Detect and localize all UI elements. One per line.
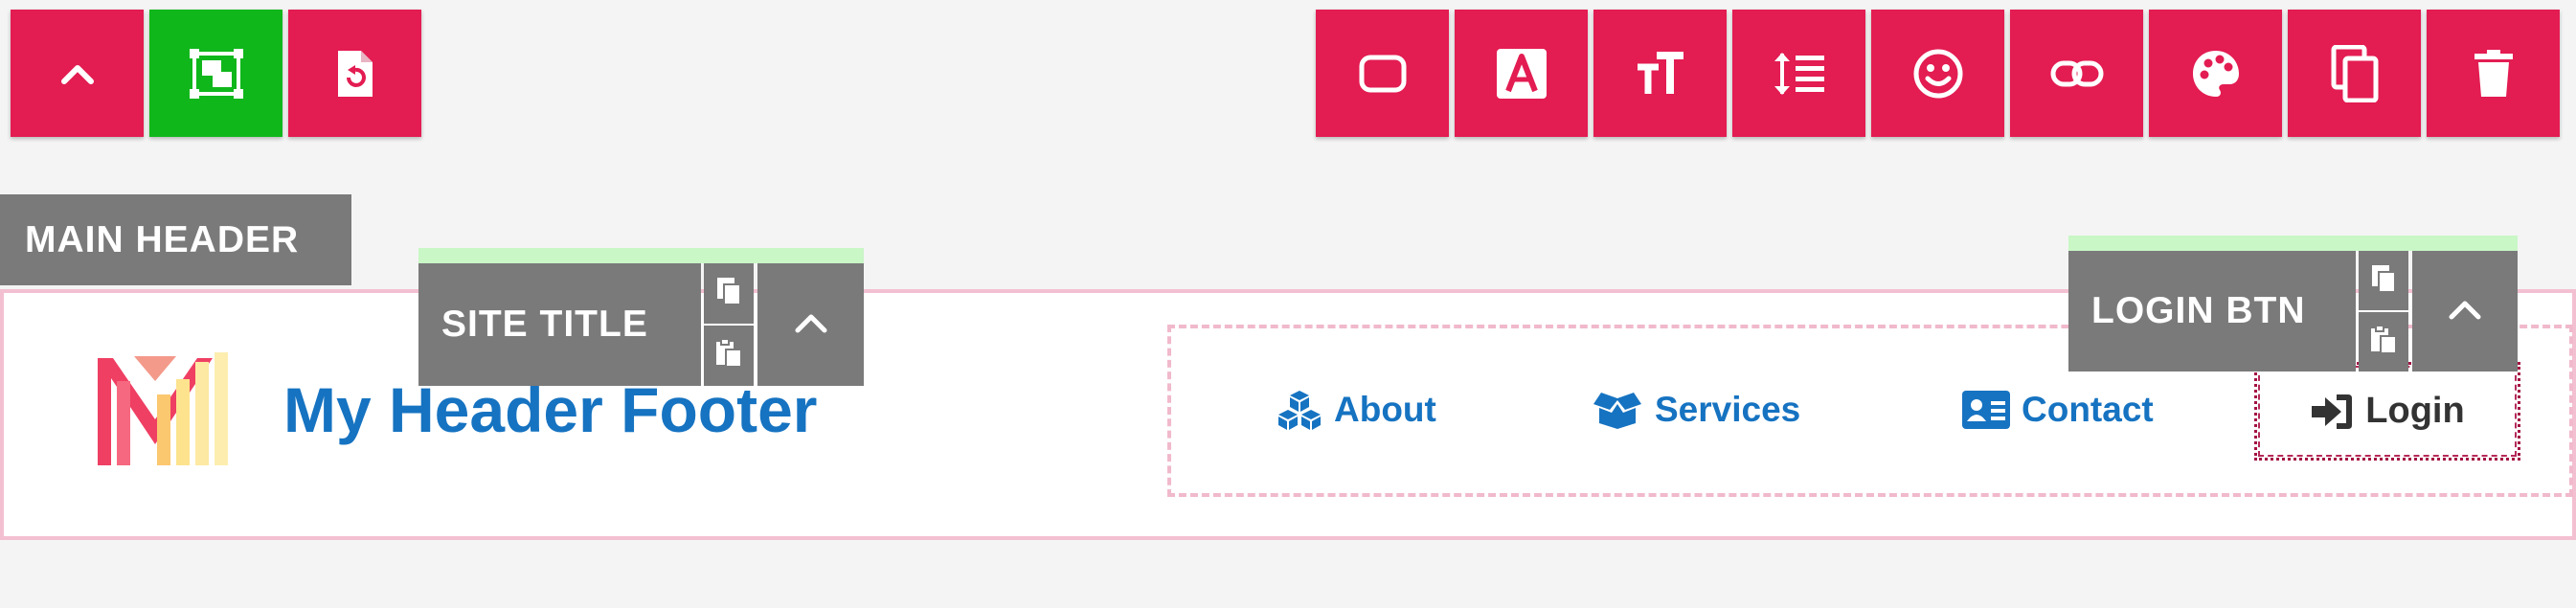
chevron-up-icon (795, 312, 827, 338)
link-icon (2050, 59, 2104, 88)
smiley-icon (1913, 49, 1963, 99)
rounded-rect-icon (1359, 55, 1407, 93)
main-header-tag-label: MAIN HEADER (25, 218, 300, 260)
paste-icon (2369, 324, 2398, 360)
cubes-icon (1277, 389, 1322, 431)
file-reset-icon (336, 49, 374, 99)
site-title-collapse-button[interactable] (757, 263, 864, 386)
login-btn-paste-button[interactable] (2359, 312, 2408, 372)
nav-link-services-label: Services (1655, 390, 1801, 429)
emoji-button[interactable] (1871, 10, 2004, 137)
paste-icon (714, 338, 743, 373)
nav-link-about-label: About (1334, 390, 1436, 429)
login-btn-tag[interactable]: LOGIN BTN (2068, 251, 2356, 372)
line-height-button[interactable] (1732, 10, 1865, 137)
line-height-icon (1773, 50, 1826, 98)
main-header-tag[interactable]: MAIN HEADER (0, 194, 351, 285)
chevron-up-icon (60, 63, 94, 84)
copy-icon (2370, 263, 2397, 299)
login-btn-tag-label: LOGIN BTN (2091, 290, 2306, 331)
box-open-icon (1592, 389, 1643, 431)
login-btn-collapse-button[interactable] (2412, 251, 2518, 372)
reset-file-button[interactable] (288, 10, 421, 137)
palette-button[interactable] (2149, 10, 2282, 137)
login-button[interactable]: Login (2254, 362, 2520, 461)
sign-in-icon (2310, 393, 2354, 431)
copy-icon (715, 276, 742, 311)
link-button[interactable] (2010, 10, 2143, 137)
copy-icon (2330, 44, 2380, 102)
palette-icon (2191, 49, 2241, 99)
nav-link-services[interactable]: Services (1592, 381, 1800, 439)
font-button[interactable] (1455, 10, 1588, 137)
trash-icon (2474, 49, 2513, 98)
text-size-button[interactable] (1593, 10, 1727, 137)
nav-link-contact-label: Contact (2022, 390, 2154, 429)
letter-a-icon (1496, 48, 1548, 100)
login-button-label: Login (2365, 391, 2465, 431)
site-title-paste-button[interactable] (704, 326, 754, 386)
site-title-tag-highlight (418, 248, 864, 263)
text-size-icon (1636, 51, 1685, 96)
duplicate-button[interactable] (2288, 10, 2421, 137)
delete-button[interactable] (2427, 10, 2560, 137)
site-logo (96, 352, 236, 469)
nav-link-about[interactable]: About (1277, 381, 1436, 439)
chevron-up-icon (2449, 299, 2481, 325)
site-title-copy-button[interactable] (704, 263, 754, 324)
address-card-icon (1962, 391, 2010, 429)
login-btn-tag-highlight (2068, 236, 2518, 251)
select-box-icon (188, 47, 245, 101)
nav-link-contact[interactable]: Contact (1962, 381, 2154, 439)
select-element-button[interactable] (149, 10, 282, 137)
collapse-up-button[interactable] (11, 10, 144, 137)
site-title-tag[interactable]: SITE TITLE (418, 263, 701, 386)
login-btn-copy-button[interactable] (2359, 251, 2408, 310)
site-title-tag-label: SITE TITLE (441, 304, 648, 345)
border-button[interactable] (1316, 10, 1449, 137)
